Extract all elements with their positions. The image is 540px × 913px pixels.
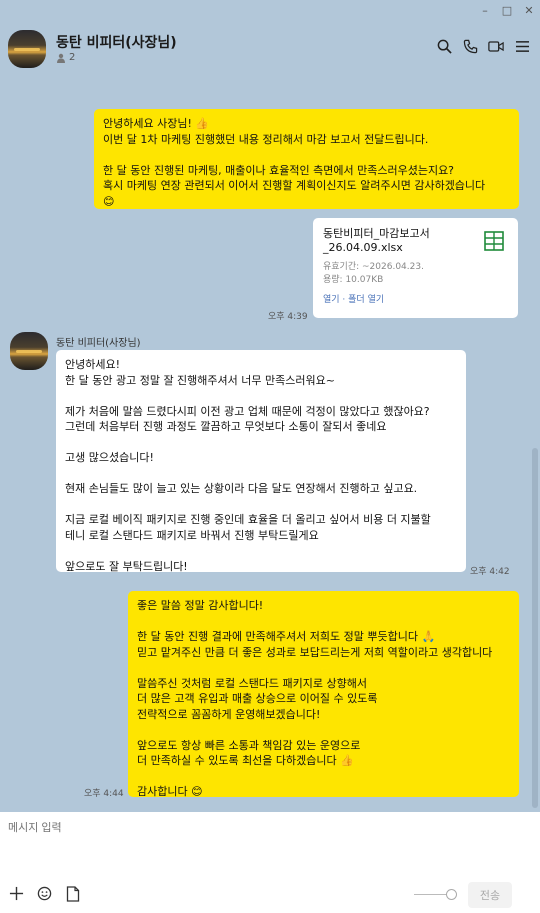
message-time: 오후 4:42: [470, 567, 510, 577]
sender-avatar[interactable]: [10, 332, 48, 370]
chat-scrollbar[interactable]: [532, 448, 538, 808]
close-button[interactable]: ✕: [518, 0, 540, 20]
file-size: 용량: 10.07KB: [323, 275, 384, 285]
message-input[interactable]: [8, 822, 508, 834]
minimize-button[interactable]: –: [474, 0, 496, 20]
search-icon[interactable]: [436, 38, 452, 54]
file-expiry: 유효기간: ~2026.04.23.: [323, 262, 424, 272]
phone-icon[interactable]: [462, 38, 478, 54]
file-icon[interactable]: [66, 886, 80, 906]
message-composer: 전송: [0, 812, 540, 913]
maximize-button[interactable]: □: [496, 0, 518, 20]
member-count-label: 2: [69, 52, 76, 63]
file-attachment-card[interactable]: 동탄비피터_마감보고서_26.04.09.xlsx 유효기간: ~2026.04…: [313, 218, 518, 318]
message-bubble-mine[interactable]: 좋은 말씀 정말 감사합니다! 한 달 동안 진행 결과에 만족해주셔서 저희도…: [128, 591, 519, 798]
emoji-icon[interactable]: [37, 886, 52, 905]
send-button[interactable]: 전송: [468, 882, 512, 908]
font-size-slider[interactable]: [446, 889, 457, 900]
chat-avatar[interactable]: [8, 30, 46, 68]
window-titlebar: – □ ✕: [0, 0, 540, 20]
message-time: 오후 4:44: [84, 789, 124, 799]
message-bubble-other[interactable]: 안녕하세요! 한 달 동안 광고 정말 잘 진행해주셔서 너무 만족스러워요~ …: [56, 350, 466, 573]
excel-file-icon: [484, 231, 504, 255]
person-icon: [57, 53, 65, 63]
header-tools: [436, 38, 530, 54]
video-icon[interactable]: [488, 38, 504, 54]
message-time: 오후 4:39: [268, 312, 308, 322]
plus-icon[interactable]: [9, 886, 24, 905]
sender-name: 동탄 비피터(사장님): [56, 338, 141, 349]
composer-toolbar: 전송: [0, 882, 540, 908]
file-open-actions[interactable]: 열기 · 폴더 열기: [323, 292, 508, 305]
menu-icon[interactable]: [514, 38, 530, 54]
member-count[interactable]: 2: [56, 52, 75, 63]
chat-title: 동탄 비피터(사장님): [56, 35, 177, 51]
file-name[interactable]: 동탄비피터_마감보고서_26.04.09.xlsx: [323, 227, 473, 255]
chat-header: 동탄 비피터(사장님) 2: [0, 22, 540, 78]
message-bubble-mine[interactable]: 안녕하세요 사장님! 👍 이번 달 1차 마케팅 진행했던 내용 정리해서 마감…: [94, 109, 519, 209]
